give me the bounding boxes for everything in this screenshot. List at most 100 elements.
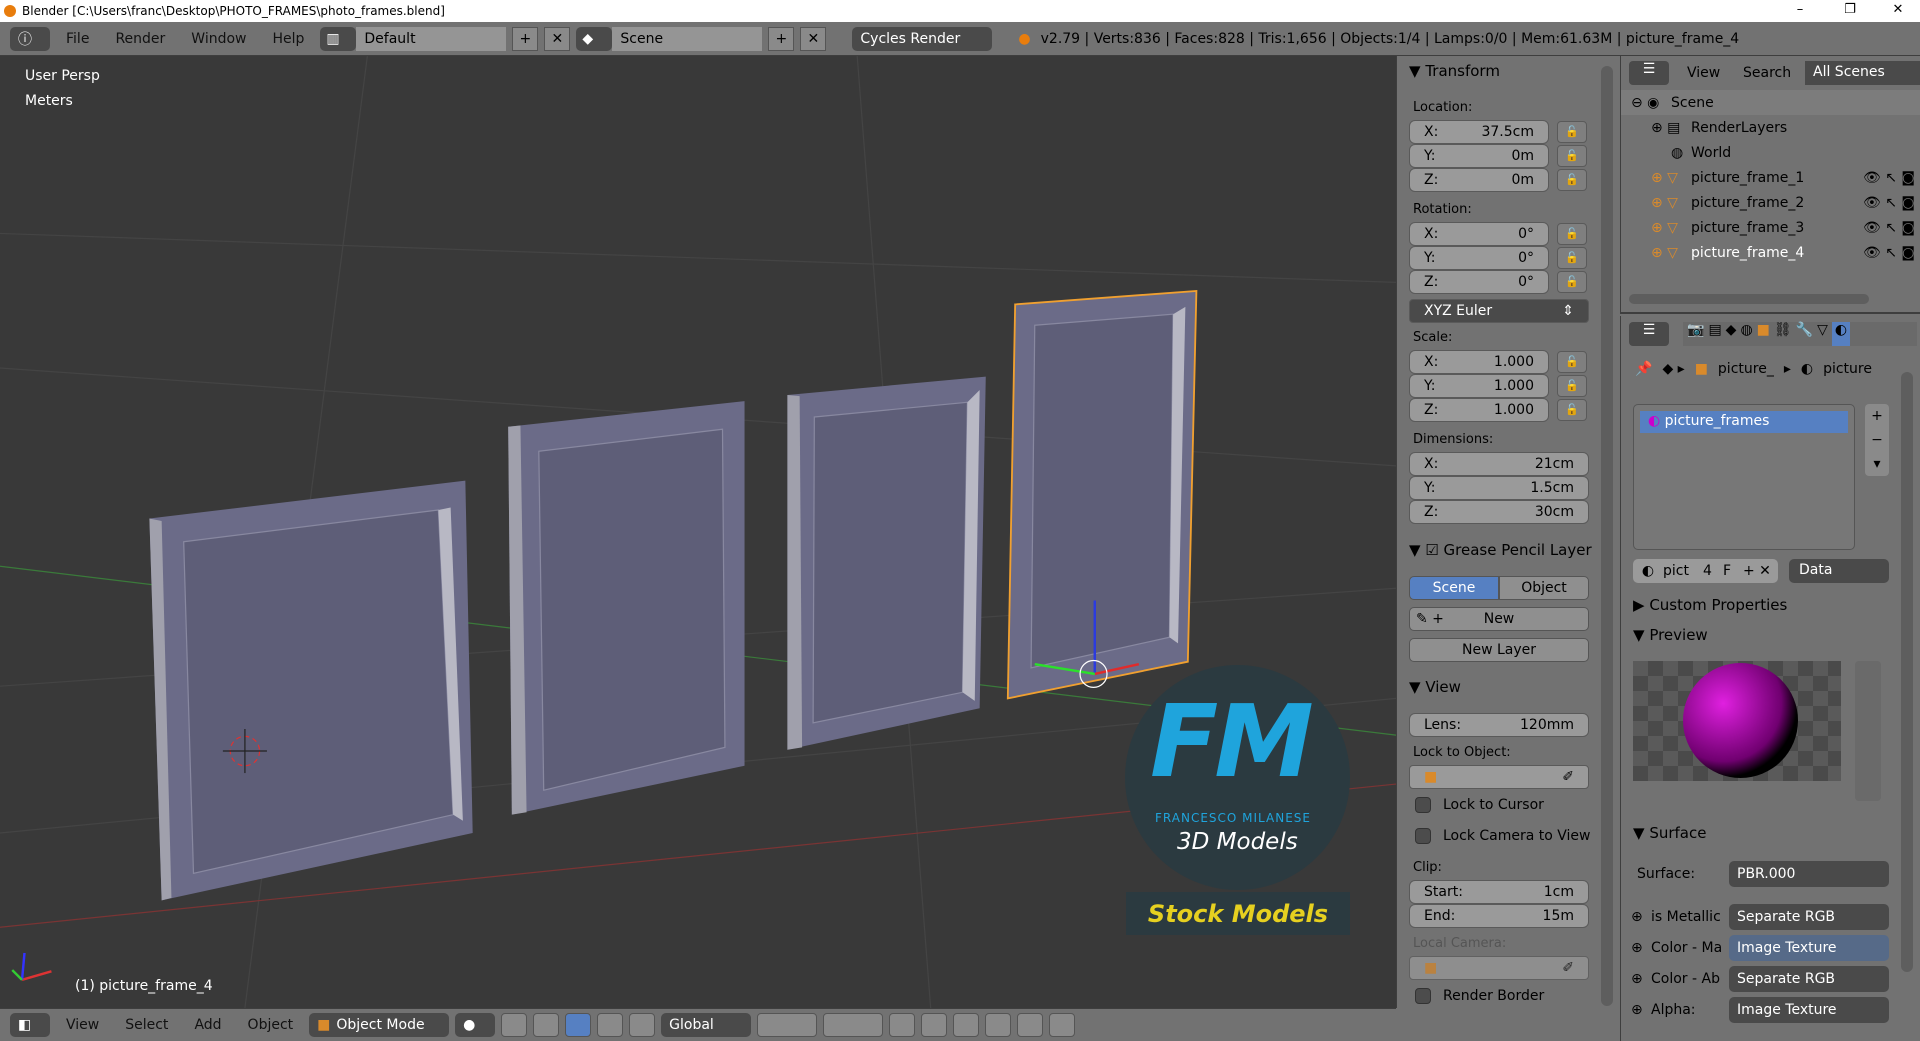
render-engine-select[interactable]: Cycles Render [852,26,993,51]
snap-icon[interactable] [953,1013,980,1037]
scene-tab-icon[interactable]: ◆ [1726,322,1737,346]
rotation-mode-select[interactable]: XYZ Euler ⇕ [1409,299,1589,323]
scale-y-field[interactable]: Y: 1.000 [1409,374,1549,398]
location-z-field[interactable]: Z: 0m [1409,168,1549,192]
preview-header[interactable]: ▼ Preview [1633,626,1708,644]
new-layer-button[interactable]: New Layer [1409,638,1589,662]
lock-object-field[interactable]: ■ ✐ [1409,765,1589,789]
outliner-display-mode[interactable]: All Scenes [1805,61,1920,85]
outliner-item-world[interactable]: ◍ World [1621,140,1920,165]
outliner-item-picture-frame-2[interactable]: ⊕ ▽ picture_frame_2 👁 ↖ ◙ [1621,190,1920,215]
lock-icon[interactable]: 🔓 [1557,223,1587,245]
lock-icon[interactable]: 🔓 [1557,247,1587,269]
lock-camera-checkbox[interactable] [1415,828,1431,844]
lock-icon[interactable]: 🔓 [1557,351,1587,373]
lens-field[interactable]: Lens: 120mm [1409,713,1589,737]
dimension-z-field[interactable]: Z: 30cm [1409,500,1589,524]
material-slot-item[interactable]: ◐ picture_frames [1640,411,1848,433]
menu-file[interactable]: File [56,31,99,47]
layers-grid[interactable] [757,1013,818,1037]
lock-icon[interactable]: 🔓 [1557,169,1587,191]
layers-grid[interactable] [823,1013,884,1037]
data-tab-icon[interactable]: ▽ [1817,322,1828,346]
scene-icon[interactable]: ◆ [576,26,613,51]
tab-object[interactable]: Object [1499,576,1589,600]
view-header[interactable]: ▼ View [1409,678,1461,696]
manipulator-toggle[interactable] [533,1013,560,1037]
screen-layout-field[interactable]: Default [356,26,507,51]
material-datablock[interactable]: ◐ pict 4 F + ✕ [1633,559,1778,583]
3d-viewport[interactable]: User Persp Meters (1) picture_frame_4 FM… [0,56,1396,1008]
modifiers-tab-icon[interactable]: 🔧 [1796,322,1813,346]
clip-start-field[interactable]: Start: 1cm [1409,880,1589,904]
proportional-edit-icon[interactable] [921,1013,948,1037]
scale-x-field[interactable]: X: 1.000 [1409,350,1549,374]
outliner-item-picture-frame-1[interactable]: ⊕ ▽ picture_frame_1 👁 ↖ ◙ [1621,165,1920,190]
menu-render[interactable]: Render [105,31,175,47]
menu-select[interactable]: Select [115,1017,178,1033]
screen-layout-icon[interactable]: ▥ [320,26,357,51]
lock-icon[interactable]: 🔓 [1557,121,1587,143]
slot-buttons[interactable]: + − ▾ [1865,404,1889,476]
add-scene-button[interactable]: + [768,26,795,51]
lock-icon[interactable]: 🔓 [1557,271,1587,293]
lock-cursor-checkbox[interactable] [1415,797,1431,813]
color-ab-select[interactable]: Separate RGB [1729,966,1889,992]
outliner-item-picture-frame-3[interactable]: ⊕ ▽ picture_frame_3 👁 ↖ ◙ [1621,215,1920,240]
lock-icon[interactable]: 🔓 [1557,145,1587,167]
animation-render-icon[interactable] [1049,1013,1076,1037]
scene-field[interactable]: Scene [612,26,763,51]
outliner-scrollbar[interactable] [1629,294,1869,304]
local-camera-field[interactable]: ■ ✐ [1409,956,1589,980]
menu-help[interactable]: Help [262,31,314,47]
menu-window[interactable]: Window [181,31,256,47]
preview-type-buttons[interactable] [1855,661,1881,801]
surface-shader-select[interactable]: PBR.000 [1729,861,1889,887]
color-ma-select[interactable]: Image Texture [1729,935,1889,961]
menu-view[interactable]: View [56,1017,109,1033]
outliner-item-renderlayers[interactable]: ⊕ ▤ RenderLayers [1621,115,1920,140]
material-users[interactable]: 4 [1703,563,1723,579]
maximize-button[interactable]: ❐ [1830,0,1870,22]
rotation-x-field[interactable]: X: 0° [1409,222,1549,246]
new-material-button[interactable]: + ✕ [1743,563,1771,579]
outliner-item-scene[interactable]: ⊖ ◉ Scene [1621,90,1920,115]
constraints-tab-icon[interactable]: ⛓ [1774,322,1792,346]
outliner-item-picture-frame-4[interactable]: ⊕ ▽ picture_frame_4 👁 ↖ ◙ [1621,240,1920,265]
scale-z-field[interactable]: Z: 1.000 [1409,398,1549,422]
menu-object[interactable]: Object [238,1017,304,1033]
minimize-button[interactable]: – [1780,0,1820,22]
rotation-y-field[interactable]: Y: 0° [1409,246,1549,270]
mode-select[interactable]: ■ Object Mode [309,1013,450,1037]
object-tab-icon[interactable]: ■ [1757,322,1770,346]
render-icon[interactable] [1017,1013,1044,1037]
delete-scene-button[interactable]: ✕ [800,26,827,51]
properties-scrollbar[interactable] [1901,372,1913,972]
rotation-z-field[interactable]: Z: 0° [1409,270,1549,294]
rotate-icon[interactable] [597,1013,624,1037]
lock-layers-icon[interactable] [889,1013,916,1037]
add-layout-button[interactable]: + [512,26,539,51]
dimension-x-field[interactable]: X: 21cm [1409,452,1589,476]
lock-icon[interactable]: 🔓 [1557,375,1587,397]
surface-header[interactable]: ▼ Surface [1633,824,1706,842]
translate-icon[interactable] [565,1013,592,1037]
material-browse-icon[interactable]: ◐ [1633,563,1663,579]
transform-header[interactable]: ▼ Transform [1409,62,1500,80]
location-x-field[interactable]: X: 37.5cm [1409,120,1549,144]
custom-properties-header[interactable]: ▶ Custom Properties [1633,596,1787,614]
material-name[interactable]: pict [1663,563,1703,579]
properties-editor-type[interactable]: ☰ [1629,322,1669,346]
render-border-checkbox[interactable] [1415,988,1431,1004]
scale-icon[interactable] [629,1013,656,1037]
delete-layout-button[interactable]: ✕ [544,26,571,51]
menu-add[interactable]: Add [184,1017,231,1033]
world-tab-icon[interactable]: ◍ [1740,322,1752,346]
is-metallic-select[interactable]: Separate RGB [1729,904,1889,930]
fake-user-button[interactable]: F [1723,563,1743,579]
clip-end-field[interactable]: End: 15m [1409,904,1589,928]
location-y-field[interactable]: Y: 0m [1409,144,1549,168]
alpha-select[interactable]: Image Texture [1729,997,1889,1023]
shading-select[interactable]: ● [455,1013,496,1037]
render-tab-icon[interactable]: 📷 [1687,322,1704,346]
